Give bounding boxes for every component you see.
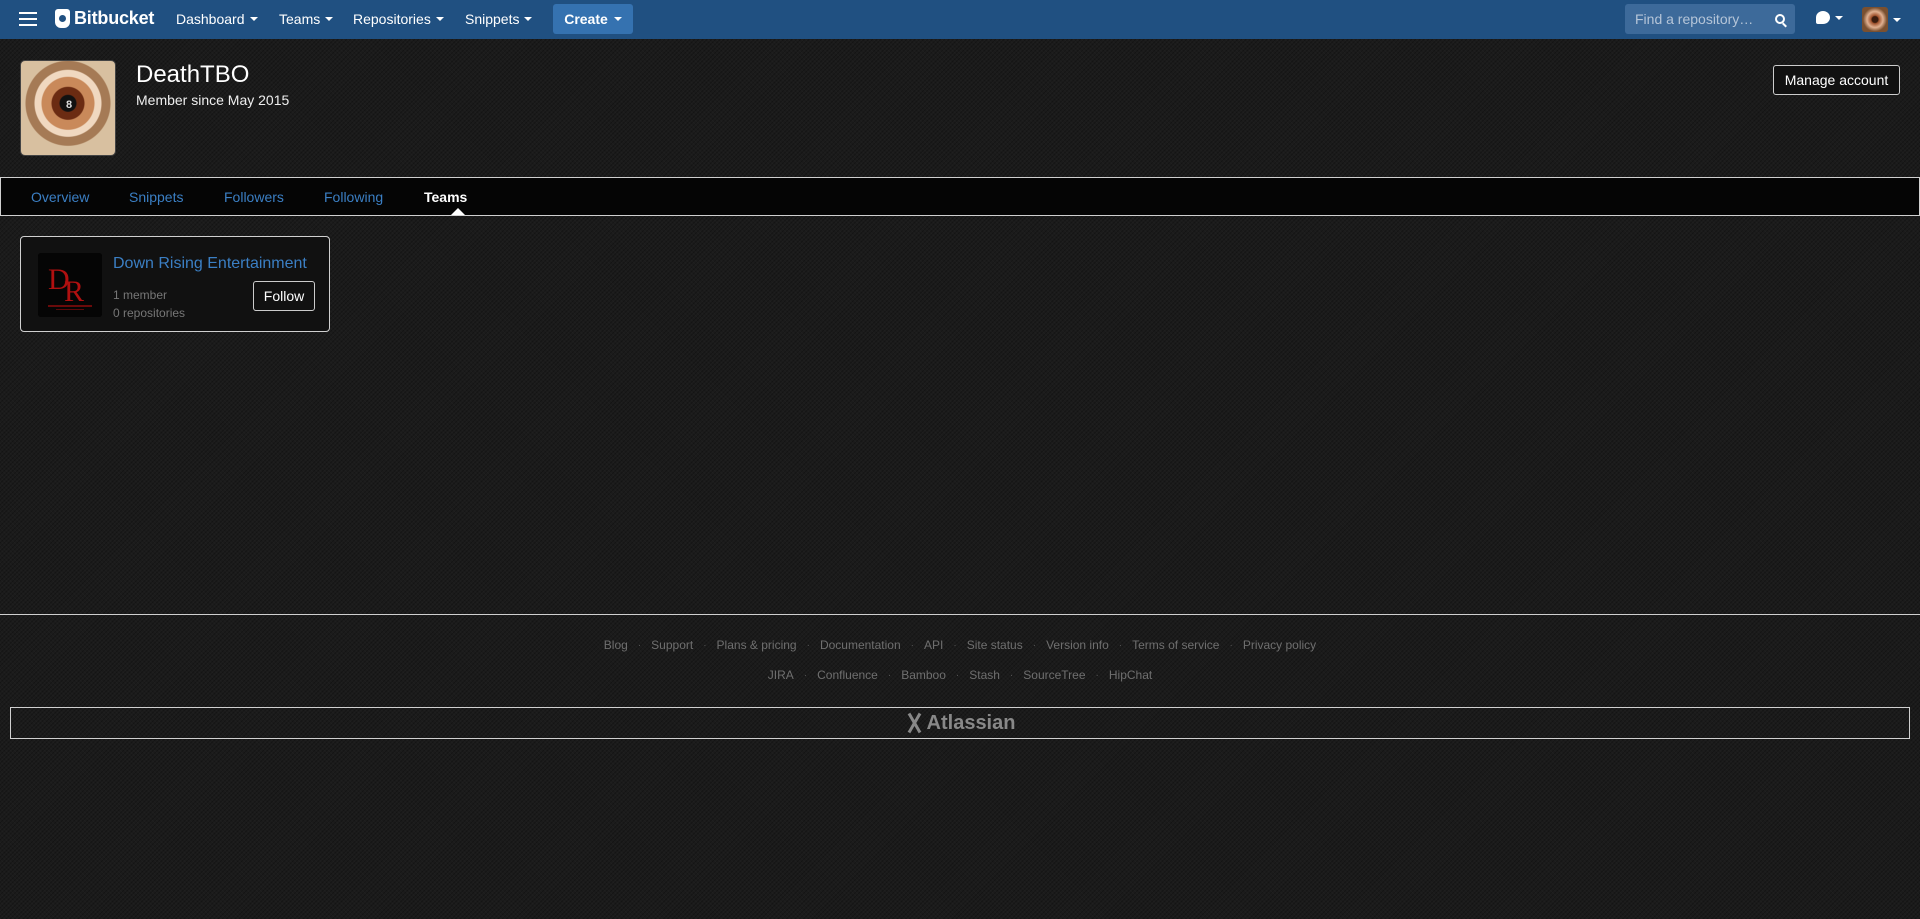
footer-link-terms-of-service[interactable]: Terms of service	[1132, 638, 1219, 652]
team-member-count: 1 member	[113, 288, 168, 302]
footer-separator: ·	[910, 639, 914, 651]
footer-separator: ·	[955, 669, 960, 681]
footer-link-bamboo[interactable]: Bamboo	[901, 668, 946, 682]
help-dropdown[interactable]	[1816, 11, 1843, 24]
footer-links-primary: Blog · Support · Plans & pricing · Documentati…	[0, 638, 1920, 652]
active-tab-indicator	[451, 208, 465, 215]
nav-teams-dropdown[interactable]: Teams	[279, 11, 334, 27]
team-avatar[interactable]: D R	[38, 253, 102, 317]
bitbucket-bucket-icon	[55, 9, 70, 28]
member-since-text: Member since May 2015	[136, 92, 290, 108]
footer-link-sourcetree[interactable]: SourceTree	[1023, 668, 1085, 682]
nav-repositories-label: Repositories	[353, 11, 431, 27]
tab-snippets[interactable]: Snippets	[129, 189, 183, 205]
nav-dashboard-dropdown[interactable]: Dashboard	[176, 11, 258, 27]
footer-separator: ·	[703, 639, 707, 651]
team-repository-count: 0 repositories	[113, 306, 186, 320]
bitbucket-logo[interactable]: Bitbucket	[55, 8, 154, 29]
footer-divider	[0, 614, 1920, 615]
footer-separator: ·	[1032, 639, 1037, 651]
profile-tabs: Overview Snippets Followers Following Te…	[0, 177, 1920, 216]
footer-separator: ·	[1229, 639, 1233, 651]
footer-link-support[interactable]: Support	[651, 638, 693, 652]
profile-name: DeathTBO	[136, 61, 250, 88]
repository-search[interactable]	[1625, 4, 1795, 34]
footer-link-hipchat[interactable]: HipChat	[1109, 668, 1152, 682]
chevron-down-icon	[249, 17, 258, 21]
manage-account-button[interactable]: Manage account	[1773, 65, 1900, 95]
footer-link-documentation[interactable]: Documentation	[820, 638, 901, 652]
footer-separator: ·	[1118, 639, 1123, 651]
footer-link-blog[interactable]: Blog	[604, 638, 628, 652]
team-name-link[interactable]: Down Rising Entertainment	[113, 255, 307, 273]
team-avatar-initial-r: R	[64, 275, 84, 308]
chevron-down-icon	[524, 17, 533, 21]
team-card: D R Down Rising Entertainment 1 member 0…	[20, 236, 330, 332]
profile-avatar: 8	[20, 60, 116, 156]
nav-snippets-label: Snippets	[465, 11, 520, 27]
nav-repositories-dropdown[interactable]: Repositories	[353, 11, 444, 27]
footer-separator: ·	[887, 669, 892, 681]
nav-teams-label: Teams	[279, 11, 321, 27]
nav-snippets-dropdown[interactable]: Snippets	[465, 11, 533, 27]
avatar-glyph: 8	[65, 99, 73, 111]
follow-button[interactable]: Follow	[253, 281, 315, 311]
footer-separator: ·	[1009, 669, 1014, 681]
footer-link-privacy-policy[interactable]: Privacy policy	[1243, 638, 1316, 652]
footer-link-version-info[interactable]: Version info	[1046, 638, 1109, 652]
nav-dashboard-label: Dashboard	[176, 11, 245, 27]
atlassian-text: Atlassian	[926, 711, 1016, 734]
chevron-down-icon	[325, 17, 334, 21]
tab-following[interactable]: Following	[324, 189, 383, 205]
tab-overview[interactable]: Overview	[31, 189, 89, 205]
footer-separator: ·	[953, 639, 957, 651]
search-icon[interactable]	[1775, 14, 1785, 24]
chevron-down-icon	[1835, 15, 1843, 20]
footer-link-confluence[interactable]: Confluence	[817, 668, 878, 682]
top-navigation-bar: Bitbucket Dashboard Teams Repositories S…	[0, 0, 1920, 39]
footer-link-stash[interactable]: Stash	[969, 668, 1000, 682]
chevron-down-icon	[435, 17, 444, 21]
footer-separator: ·	[806, 639, 810, 651]
hamburger-menu-icon[interactable]	[19, 12, 37, 26]
create-label: Create	[564, 11, 608, 27]
footer-separator: ·	[803, 669, 808, 681]
team-logo-graphic: D R	[38, 253, 102, 317]
footer-link-api[interactable]: API	[924, 638, 943, 652]
help-bubble-icon	[1816, 11, 1830, 24]
user-menu-dropdown[interactable]	[1862, 7, 1901, 32]
tab-followers[interactable]: Followers	[224, 189, 284, 205]
footer-separator: ·	[637, 639, 642, 651]
tab-teams[interactable]: Teams	[424, 189, 467, 205]
logo-text: Bitbucket	[74, 8, 155, 28]
repository-search-input[interactable]	[1625, 11, 1765, 27]
user-avatar	[1862, 7, 1888, 32]
atlassian-icon	[905, 712, 925, 734]
footer-link-jira[interactable]: JIRA	[768, 668, 794, 682]
footer-link-plans-pricing[interactable]: Plans & pricing	[717, 638, 797, 652]
footer-link-site-status[interactable]: Site status	[967, 638, 1023, 652]
atlassian-banner: Atlassian	[10, 707, 1910, 739]
footer-separator: ·	[1095, 669, 1099, 681]
chevron-down-icon	[613, 17, 622, 21]
footer-links-products: JIRA · Confluence · Bamboo · Stash · SourceTree ·…	[0, 668, 1920, 682]
chevron-down-icon	[1893, 17, 1901, 22]
create-button[interactable]: Create	[553, 4, 633, 34]
atlassian-logo[interactable]: Atlassian	[905, 712, 1016, 735]
